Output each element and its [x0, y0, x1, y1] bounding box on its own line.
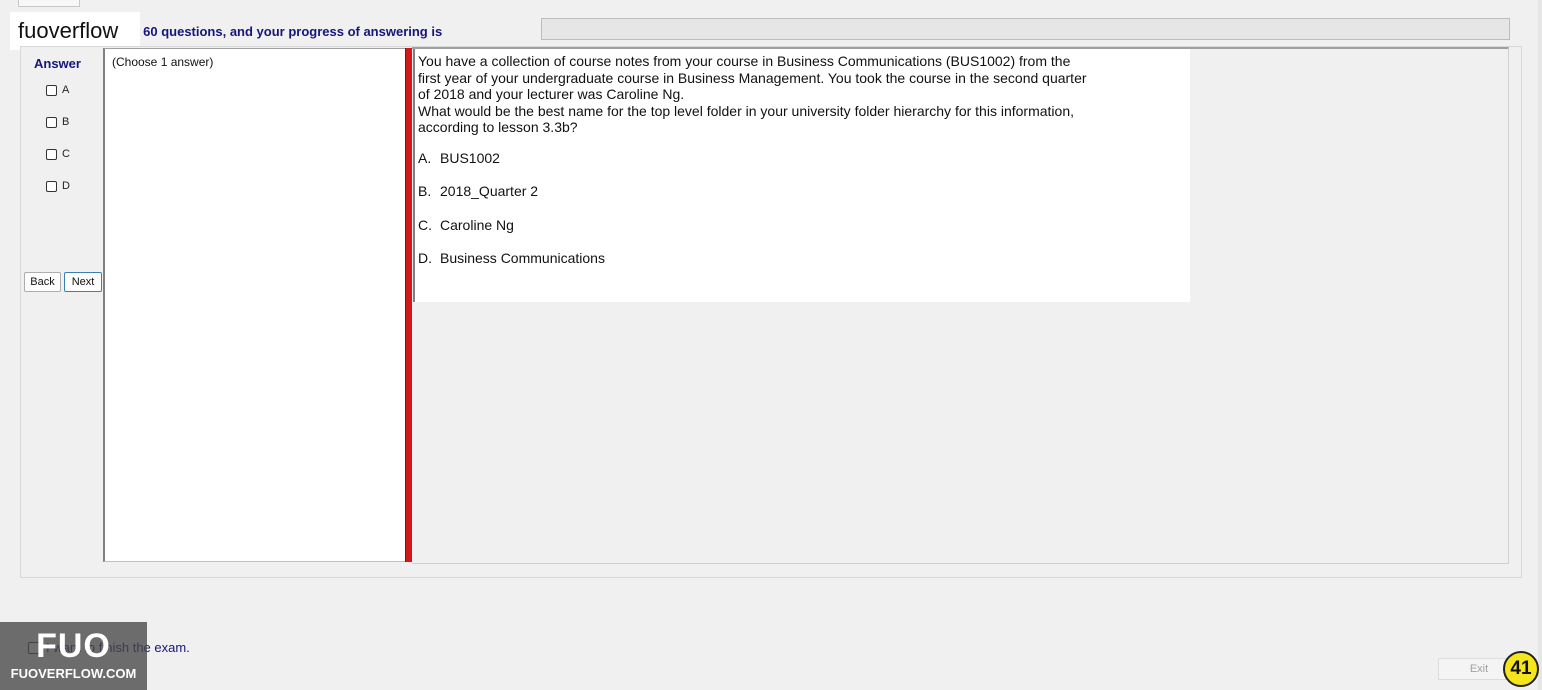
- answer-option-a[interactable]: A: [46, 84, 69, 96]
- progress-label: are 60 questions, and your progress of a…: [120, 24, 443, 39]
- answer-checkbox-c[interactable]: [46, 148, 57, 160]
- question-line: What would be the best name for the top …: [418, 102, 1074, 119]
- answer-checkbox-a[interactable]: [46, 84, 57, 96]
- answer-title: Answer: [34, 56, 81, 71]
- question-option-d: D. Business Communications: [418, 250, 605, 266]
- next-button[interactable]: Next: [64, 272, 102, 292]
- choose-panel: (Choose 1 answer): [103, 48, 407, 562]
- question-line: of 2018 and your lecturer was Caroline N…: [418, 86, 685, 103]
- answer-checkbox-b[interactable]: [46, 116, 57, 128]
- exam-window: are 60 questions, and your progress of a…: [0, 0, 1542, 690]
- question-option-c: C. Caroline Ng: [418, 217, 514, 233]
- page-number-badge: 41: [1503, 651, 1539, 687]
- option-letter: B.: [418, 183, 432, 199]
- answer-option-c[interactable]: C: [46, 148, 70, 160]
- option-text: 2018_Quarter 2: [440, 183, 539, 199]
- answer-option-label: D: [62, 180, 70, 192]
- answer-option-label: A: [62, 84, 70, 96]
- answer-option-d[interactable]: D: [46, 180, 70, 192]
- question-line: first year of your undergraduate course …: [418, 69, 1087, 86]
- option-letter: A.: [418, 150, 432, 166]
- back-button[interactable]: Back: [24, 272, 61, 292]
- option-letter: D.: [418, 250, 432, 266]
- logo-mark: FUO: [36, 627, 111, 665]
- progress-bar: [541, 18, 1510, 40]
- answer-option-label: B: [62, 116, 70, 128]
- choose-instruction: (Choose 1 answer): [112, 55, 214, 69]
- option-text: Business Communications: [440, 250, 605, 266]
- window-tab[interactable]: [18, 0, 80, 7]
- watermark-label: fuoverflow: [10, 12, 140, 50]
- answer-option-label: C: [62, 148, 70, 160]
- answer-option-b[interactable]: B: [46, 116, 69, 128]
- question-line: according to lesson 3.3b?: [418, 119, 578, 136]
- answer-checkbox-d[interactable]: [46, 180, 57, 192]
- option-text: BUS1002: [440, 150, 500, 166]
- option-letter: C.: [418, 217, 432, 233]
- logo-text: FUOVERFLOW.COM: [10, 666, 137, 681]
- question-line: You have a collection of course notes fr…: [418, 53, 1071, 69]
- question-text: You have a collection of course notes fr…: [418, 53, 1148, 136]
- question-option-b: B. 2018_Quarter 2: [418, 183, 538, 199]
- option-text: Caroline Ng: [440, 217, 514, 233]
- window-edge: [1538, 0, 1542, 690]
- fuo-logo: FUO FUOVERFLOW.COM: [0, 622, 147, 690]
- question-box: You have a collection of course notes fr…: [413, 49, 1190, 302]
- question-option-a: A. BUS1002: [418, 150, 500, 166]
